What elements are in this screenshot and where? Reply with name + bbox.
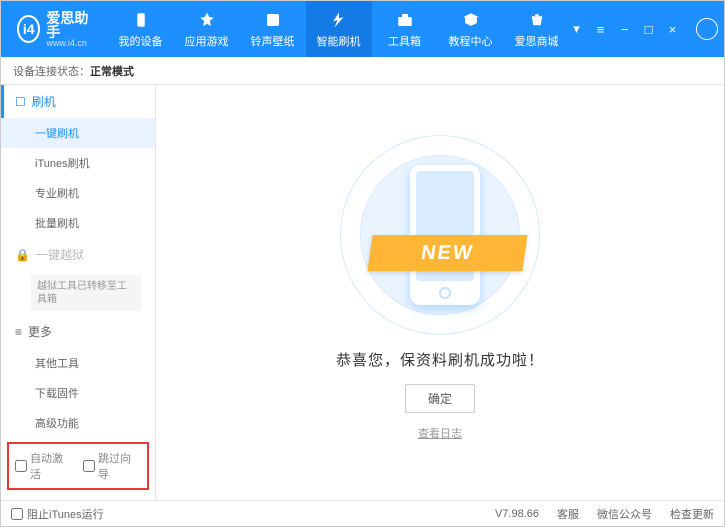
tutorial-icon xyxy=(461,10,481,30)
sidebar-item-pro-flash[interactable]: 专业刷机 xyxy=(1,178,155,208)
sidebar-group-jailbreak: 🔒 一键越狱 xyxy=(1,238,155,271)
nav-toolbox[interactable]: 工具箱 xyxy=(372,1,438,57)
sidebar-group-flash[interactable]: ☐ 刷机 xyxy=(1,85,155,118)
maximize-button[interactable]: □ xyxy=(642,22,656,36)
sidebar: ☐ 刷机 一键刷机 iTunes刷机 专业刷机 批量刷机 🔒 一键越狱 越狱工具… xyxy=(1,85,156,500)
minimize-button[interactable]: − xyxy=(618,22,632,36)
sidebar-item-other-tools[interactable]: 其他工具 xyxy=(1,348,155,378)
nav-my-device[interactable]: 我的设备 xyxy=(108,1,174,57)
window-controls: ▾ ≡ − □ × xyxy=(570,18,725,40)
success-message: 恭喜您，保资料刷机成功啦！ xyxy=(336,349,544,370)
more-icon: ≡ xyxy=(15,325,22,339)
status-value: 正常模式 xyxy=(90,63,134,79)
new-ribbon: NEW xyxy=(367,235,527,271)
footer-link-update[interactable]: 检查更新 xyxy=(670,506,714,522)
auto-activate-checkbox[interactable]: 自动激活 xyxy=(15,450,73,482)
titlebar: i4 爱思助手 www.i4.cn 我的设备 应用游戏 铃声壁纸 智能刷机 xyxy=(1,1,724,57)
sidebar-item-itunes-flash[interactable]: iTunes刷机 xyxy=(1,148,155,178)
apps-icon xyxy=(197,10,217,30)
nav-store[interactable]: 爱思商城 xyxy=(504,1,570,57)
footer-link-wechat[interactable]: 微信公众号 xyxy=(597,506,652,522)
status-label: 设备连接状态： xyxy=(13,63,90,79)
settings-icon[interactable]: ≡ xyxy=(594,22,608,36)
sidebar-item-download-firmware[interactable]: 下载固件 xyxy=(1,378,155,408)
close-button[interactable]: × xyxy=(666,22,680,36)
ok-button[interactable]: 确定 xyxy=(405,384,475,413)
main-content: NEW 恭喜您，保资料刷机成功啦！ 确定 查看日志 xyxy=(156,85,724,500)
nav-smart-flash[interactable]: 智能刷机 xyxy=(306,1,372,57)
version-label: V7.98.66 xyxy=(495,508,539,520)
footer: 阻止iTunes运行 V7.98.66 客服 微信公众号 检查更新 xyxy=(1,500,724,526)
lock-icon: 🔒 xyxy=(15,248,30,262)
view-log-link[interactable]: 查看日志 xyxy=(418,425,462,441)
flash-group-icon: ☐ xyxy=(15,95,26,109)
sidebar-item-batch-flash[interactable]: 批量刷机 xyxy=(1,208,155,238)
store-icon xyxy=(527,10,547,30)
footer-link-support[interactable]: 客服 xyxy=(557,506,579,522)
device-icon xyxy=(131,10,151,30)
sidebar-item-advanced[interactable]: 高级功能 xyxy=(1,408,155,438)
toolbox-icon xyxy=(395,10,415,30)
logo-icon: i4 xyxy=(17,15,40,43)
download-button[interactable] xyxy=(696,18,718,40)
app-subtitle: www.i4.cn xyxy=(46,39,91,48)
nav-apps-games[interactable]: 应用游戏 xyxy=(174,1,240,57)
main-nav: 我的设备 应用游戏 铃声壁纸 智能刷机 工具箱 教程中心 xyxy=(108,1,570,57)
sidebar-group-more[interactable]: ≡ 更多 xyxy=(1,315,155,348)
nav-tutorials[interactable]: 教程中心 xyxy=(438,1,504,57)
success-illustration: NEW xyxy=(340,145,540,335)
skip-guide-checkbox[interactable]: 跳过向导 xyxy=(83,450,141,482)
jailbreak-moved-note: 越狱工具已转移至工具箱 xyxy=(31,275,141,311)
wallpaper-icon xyxy=(263,10,283,30)
app-title: 爱思助手 xyxy=(46,11,91,39)
menu-icon[interactable]: ▾ xyxy=(570,22,584,36)
flash-icon xyxy=(329,10,349,30)
nav-ringtones[interactable]: 铃声壁纸 xyxy=(240,1,306,57)
highlighted-options-box: 自动激活 跳过向导 xyxy=(7,442,149,490)
block-itunes-checkbox[interactable]: 阻止iTunes运行 xyxy=(11,506,104,522)
app-logo: i4 爱思助手 www.i4.cn xyxy=(1,11,108,48)
device-status-bar: 设备连接状态： 正常模式 xyxy=(1,57,724,85)
sidebar-item-oneclick-flash[interactable]: 一键刷机 xyxy=(1,118,155,148)
